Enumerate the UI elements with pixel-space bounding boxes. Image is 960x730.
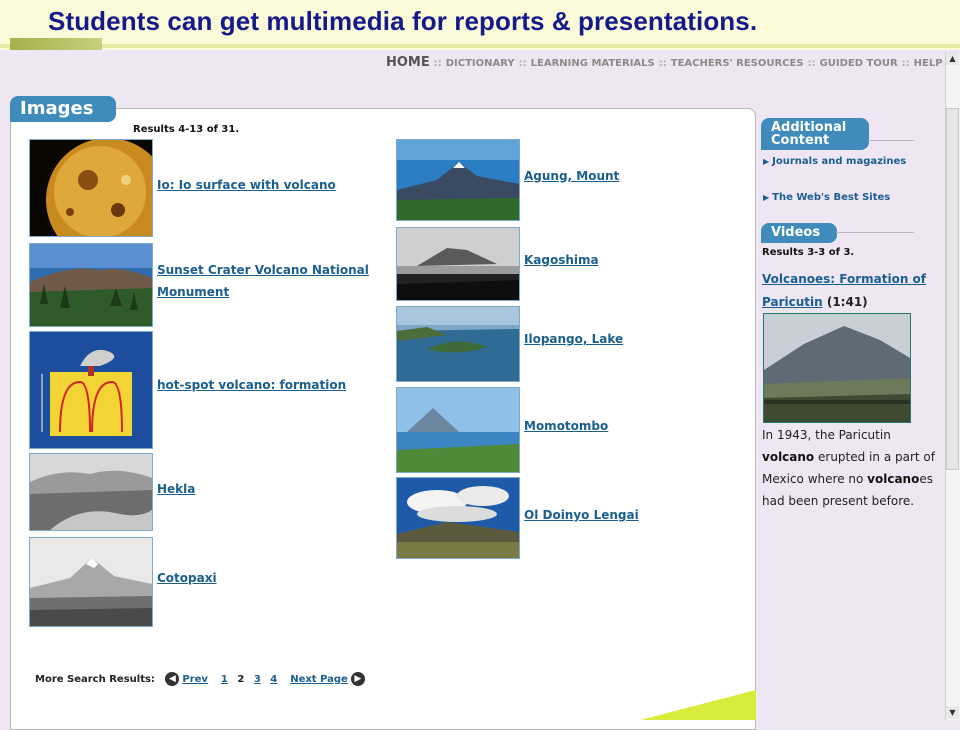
nav-separator: ::: [658, 58, 667, 69]
triangle-right-icon: ▶: [763, 193, 770, 202]
agung-thumbnail[interactable]: [396, 139, 520, 221]
scroll-up-arrow-icon[interactable]: ▲: [946, 52, 959, 65]
pagination: More Search Results: ◀ Prev 1 2 3 4 Next …: [35, 672, 365, 686]
top-navigation: HOME:: DICTIONARY:: LEARNING MATERIALS:: TE…: [386, 55, 943, 70]
image-link-momotombo[interactable]: Momotombo: [524, 415, 724, 437]
next-page-link[interactable]: Next Page: [290, 674, 348, 685]
sidebar-link-journals[interactable]: ▶ Journals and magazines: [763, 156, 906, 167]
sidebar-link-best-sites[interactable]: ▶ The Web's Best Sites: [763, 192, 890, 203]
additional-content-tab: Additional Content: [761, 118, 869, 150]
results-count: Results 4-13 of 31.: [133, 124, 240, 135]
image-link-sunset-crater[interactable]: Sunset Crater Volcano National Monument: [157, 259, 377, 303]
image-link-kagoshima[interactable]: Kagoshima: [524, 249, 724, 271]
prev-arrow-icon[interactable]: ◀: [165, 672, 180, 686]
ol-doinyo-lengai-thumbnail[interactable]: [396, 477, 520, 559]
image-link-ol-doinyo-lengai[interactable]: Ol Doinyo Lengai: [524, 504, 724, 526]
video-duration: (1:41): [826, 295, 868, 309]
image-link-cotopaxi[interactable]: Cotopaxi: [157, 567, 277, 589]
sunset-crater-thumbnail[interactable]: [29, 243, 153, 327]
scrollbar-thumb[interactable]: [946, 108, 959, 470]
nav-home[interactable]: HOME: [386, 55, 430, 70]
image-link-hot-spot-volcano[interactable]: hot-spot volcano: formation: [157, 374, 377, 396]
image-link-agung[interactable]: Agung, Mount: [524, 165, 724, 187]
caption-text-1: In 1943, the Paricutin: [762, 428, 891, 442]
divider: [868, 140, 914, 141]
nav-learning-materials[interactable]: LEARNING MATERIALS: [531, 58, 655, 69]
image-link-io[interactable]: Io: Io surface with volcano: [157, 174, 357, 196]
video-title-block: Volcanoes: Formation of Paricutin (1:41): [762, 268, 932, 314]
videos-results-count: Results 3-3 of 3.: [762, 247, 855, 258]
images-tab-label: Images: [20, 98, 94, 119]
triangle-right-icon: ▶: [763, 157, 770, 166]
nav-separator: ::: [518, 58, 527, 69]
nav-separator: ::: [901, 58, 910, 69]
divider: [836, 232, 914, 233]
hot-spot-diagram-thumbnail[interactable]: [29, 331, 153, 449]
images-tab: Images: [10, 96, 116, 122]
momotombo-thumbnail[interactable]: [396, 387, 520, 473]
prev-link[interactable]: Prev: [182, 674, 208, 685]
nav-guided-tour[interactable]: GUIDED TOUR: [820, 58, 898, 69]
nav-separator: ::: [433, 58, 442, 69]
header-underline: [0, 44, 960, 48]
nav-help[interactable]: HELP: [914, 58, 943, 69]
scroll-down-arrow-icon[interactable]: ▼: [946, 706, 959, 719]
image-link-hekla[interactable]: Hekla: [157, 478, 277, 500]
kagoshima-thumbnail[interactable]: [396, 227, 520, 301]
paricutin-video-thumbnail[interactable]: [763, 313, 911, 423]
videos-tab: Videos: [761, 223, 837, 243]
additional-tab-line2: Content: [771, 133, 830, 148]
video-caption: In 1943, the Paricutin volcano erupted i…: [762, 424, 937, 512]
ilopango-thumbnail[interactable]: [396, 306, 520, 382]
caption-keyword-2: volcano: [867, 472, 920, 486]
sidebar-link-best-sites-label: The Web's Best Sites: [772, 192, 891, 203]
nav-teachers-resources[interactable]: TEACHERS' RESOURCES: [671, 58, 804, 69]
image-link-ilopango[interactable]: Ilopango, Lake: [524, 328, 724, 350]
pagination-label: More Search Results:: [35, 674, 155, 685]
caption-keyword-1: volcano: [762, 450, 815, 464]
page-link-3[interactable]: 3: [254, 674, 261, 685]
hekla-thumbnail[interactable]: [29, 453, 153, 531]
next-arrow-icon[interactable]: ▶: [350, 672, 365, 686]
nav-separator: ::: [807, 58, 816, 69]
page-current-2: 2: [237, 674, 245, 685]
cotopaxi-thumbnail[interactable]: [29, 537, 153, 627]
nav-dictionary[interactable]: DICTIONARY: [446, 58, 515, 69]
site-logo-fragment: [10, 38, 102, 50]
io-planet-thumbnail[interactable]: [29, 139, 153, 237]
headline: Students can get multimedia for reports …: [48, 6, 758, 36]
page-link-1[interactable]: 1: [221, 674, 228, 685]
sidebar-link-journals-label: Journals and magazines: [772, 156, 907, 167]
page-link-4[interactable]: 4: [270, 674, 277, 685]
